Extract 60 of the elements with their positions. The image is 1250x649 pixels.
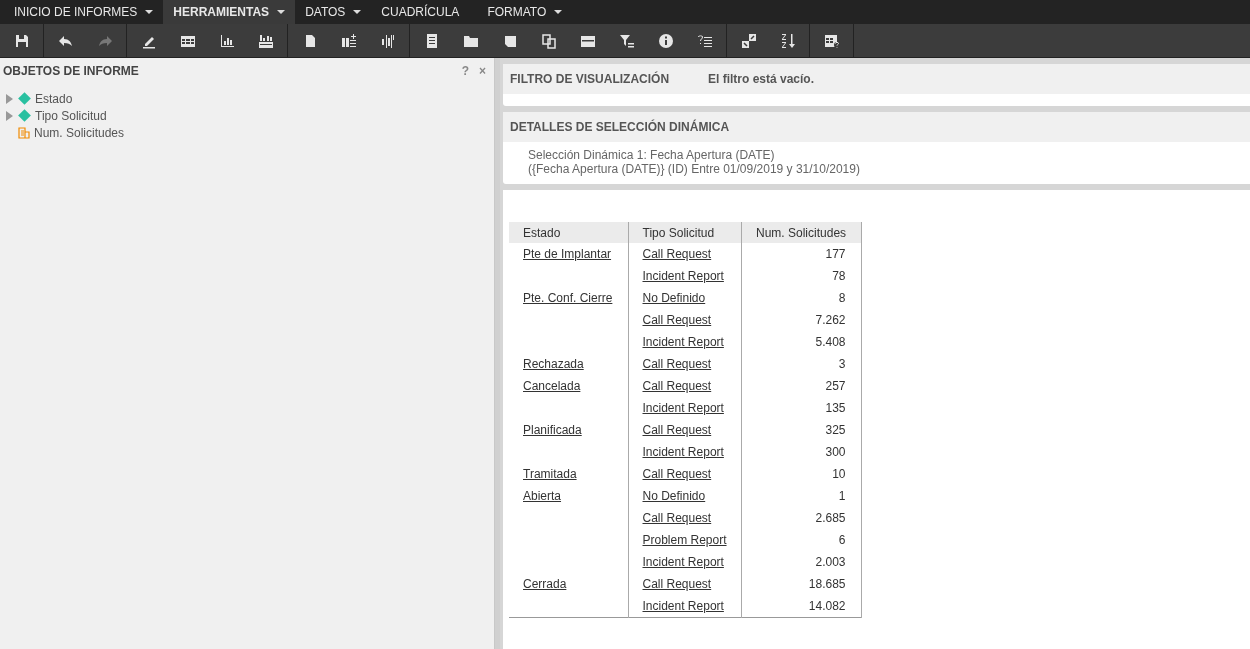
table-link[interactable]: Problem Report — [642, 533, 727, 547]
table-link[interactable]: Incident Report — [642, 335, 724, 349]
table-link[interactable]: No Definido — [642, 291, 706, 305]
table-link[interactable]: Incident Report — [642, 401, 724, 415]
menu-tab[interactable]: INICIO DE INFORMES — [4, 0, 164, 24]
table-cell: 2.003 — [815, 555, 846, 569]
table-link[interactable]: Abierta — [523, 489, 562, 503]
table-link[interactable]: Call Request — [642, 357, 712, 371]
table-link[interactable]: Incident Report — [642, 269, 724, 283]
panel-title: DETALLES DE SELECCIÓN DINÁMICA — [510, 120, 730, 134]
table-link[interactable]: Planificada — [523, 423, 582, 437]
table-cell: 78 — [832, 269, 846, 283]
table-link[interactable]: Pte. Conf. Cierre — [523, 291, 613, 305]
table-link[interactable]: Rechazada — [523, 357, 584, 371]
table-cell: 6 — [838, 533, 846, 547]
column-header: Num. Solicitudes — [741, 222, 862, 243]
table-link[interactable]: Call Request — [642, 511, 712, 525]
table-link[interactable]: Call Request — [642, 247, 712, 261]
table-link[interactable]: Incident Report — [642, 598, 724, 613]
table-cell: 135 — [825, 401, 846, 415]
selection-text: ({Fecha Apertura (DATE)} (ID) Entre 01/09/2019 y 31/10/2019) — [528, 162, 861, 176]
menu-tab[interactable]: FORMATO — [477, 0, 573, 24]
table-cell: 8 — [838, 291, 846, 305]
filter-status: El filtro está vacío. — [708, 72, 815, 86]
table-cell: 1 — [838, 489, 846, 503]
table-link[interactable]: Cancelada — [523, 379, 581, 393]
table-link[interactable]: Incident Report — [642, 445, 724, 459]
table-cell: 5.408 — [815, 335, 846, 349]
table-cell: 300 — [825, 445, 846, 459]
tree-item[interactable]: Tipo Solicitud — [35, 108, 107, 123]
table-cell: 3 — [838, 357, 846, 371]
table-link[interactable]: Call Request — [642, 467, 712, 481]
selection-text: Selección Dinámica 1: Fecha Apertura (DATE) — [528, 148, 776, 162]
table-link[interactable]: Tramitada — [523, 467, 577, 481]
table-cell: 257 — [825, 379, 846, 393]
table-cell: 7.262 — [815, 313, 846, 327]
table-cell: 177 — [825, 247, 846, 261]
menu-tab[interactable]: DATOS — [295, 0, 372, 24]
menu-tab[interactable]: CUADRÍCULA — [371, 0, 478, 24]
column-header: Tipo Solicitud — [628, 222, 742, 243]
table-link[interactable]: Call Request — [642, 379, 712, 393]
table-link[interactable]: No Definido — [642, 489, 706, 503]
table-cell: 14.082 — [808, 598, 846, 613]
metric-icon — [18, 126, 30, 139]
column-header: Estado — [509, 222, 628, 243]
panel-title: FILTRO DE VISUALIZACIÓN — [510, 72, 671, 86]
table-link[interactable]: Cerrada — [523, 577, 567, 591]
table-link[interactable]: Call Request — [642, 313, 712, 327]
table-link[interactable]: Pte de Implantar — [523, 247, 612, 261]
tree-item[interactable]: Num. Solicitudes — [34, 125, 125, 140]
table-link[interactable]: Call Request — [642, 423, 712, 437]
table-cell: 2.685 — [815, 511, 846, 525]
table-cell: 18.685 — [808, 577, 846, 591]
table-cell: 325 — [825, 423, 846, 437]
table-cell: 10 — [832, 467, 846, 481]
panel-title: OBJETOS DE INFORME — [3, 64, 140, 78]
menu-tab[interactable]: HERRAMIENTAS — [163, 0, 296, 24]
tree-item[interactable]: Estado — [35, 91, 73, 106]
table-link[interactable]: Incident Report — [642, 555, 724, 569]
table-link[interactable]: Call Request — [642, 577, 712, 591]
